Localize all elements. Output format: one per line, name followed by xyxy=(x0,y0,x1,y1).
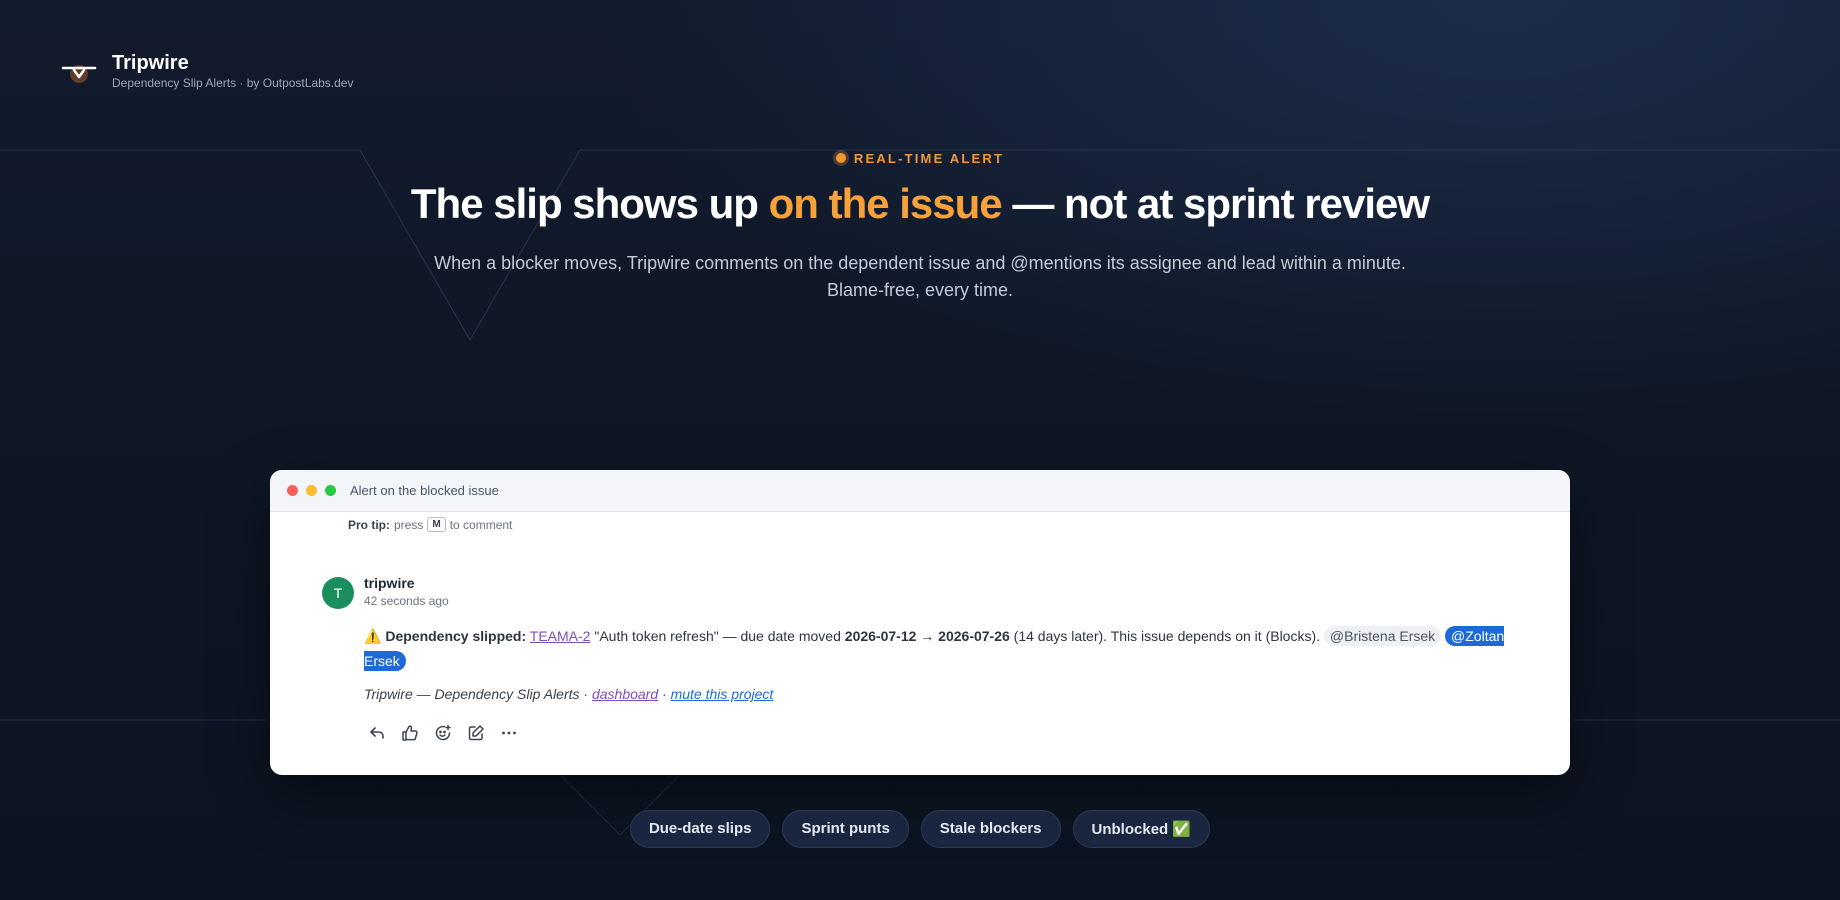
pro-tip-label: Pro tip: xyxy=(348,517,390,532)
subtitle-line-1: When a blocker moves, Tripwire comments … xyxy=(434,253,1406,273)
brand[interactable]: Tripwire Dependency Slip Alerts · by Out… xyxy=(60,52,353,90)
comment-body: ⚠️ Dependency slipped: TEAMA-2 "Auth tok… xyxy=(364,624,1544,674)
minimize-window-button[interactable] xyxy=(306,485,317,496)
pro-tip-pre: press xyxy=(394,517,424,532)
hero-section: REAL-TIME ALERT The slip shows up on the… xyxy=(0,150,1840,304)
subtitle-line-2: Blame-free, every time. xyxy=(826,280,1014,300)
comment-actions xyxy=(366,722,519,743)
brand-tagline: Dependency Slip Alerts · by OutpostLabs.… xyxy=(112,76,354,90)
footer-separator: · xyxy=(658,686,671,702)
live-dot-icon xyxy=(835,153,846,163)
alert-window: Alert on the blocked issue Pro tip: pres… xyxy=(270,470,1570,775)
window-titlebar: Alert on the blocked issue xyxy=(270,470,1570,512)
feature-tags: Due-date slips Sprint punts Stale blocke… xyxy=(0,810,1840,848)
reply-icon[interactable] xyxy=(366,722,387,743)
subtitle: When a blocker moves, Tripwire comments … xyxy=(410,250,1430,304)
thumbs-up-icon[interactable] xyxy=(399,722,420,743)
warning-icon: ⚠️ xyxy=(364,628,382,644)
tripwire-logo-icon xyxy=(60,52,98,90)
tag-stale-blockers[interactable]: Stale blockers xyxy=(920,810,1061,848)
add-reaction-icon[interactable] xyxy=(432,722,453,743)
tag-due-date-slips[interactable]: Due-date slips xyxy=(629,810,771,848)
alert-label: Dependency slipped: xyxy=(385,628,527,644)
dashboard-link[interactable]: dashboard xyxy=(592,686,658,702)
close-window-button[interactable] xyxy=(287,485,298,496)
maximize-window-button[interactable] xyxy=(325,485,336,496)
pro-tip-post: to comment xyxy=(449,517,513,532)
page-title: The slip shows up on the issue — not at … xyxy=(0,180,1840,228)
issue-link[interactable]: TEAMA-2 xyxy=(530,628,591,644)
headline-end: — not at sprint review xyxy=(1001,180,1430,227)
headline-start: The slip shows up xyxy=(410,180,769,227)
issue-title: "Auth token refresh" — due date moved xyxy=(590,628,845,644)
tag-sprint-punts[interactable]: Sprint punts xyxy=(782,810,909,848)
keyboard-shortcut: M xyxy=(427,517,446,532)
headline-accent: on the issue xyxy=(768,180,1003,227)
mention-assignee[interactable]: @Bristena Ersek xyxy=(1323,626,1442,646)
brand-name: Tripwire xyxy=(112,52,189,74)
comment-timestamp[interactable]: 42 seconds ago xyxy=(364,594,449,608)
pro-tip: Pro tip: press M to comment xyxy=(348,517,512,532)
eyebrow-label: REAL-TIME ALERT xyxy=(853,150,1005,166)
eyebrow: REAL-TIME ALERT xyxy=(835,150,1005,166)
date-change: 2026-07-12 → 2026-07-26 xyxy=(844,628,1010,644)
more-icon[interactable] xyxy=(498,722,519,743)
mute-project-link[interactable]: mute this project xyxy=(671,686,774,702)
comment-footer: Tripwire — Dependency Slip Alerts · dash… xyxy=(364,686,773,702)
slip-detail: (14 days later). This issue depends on i… xyxy=(1009,628,1324,644)
window-title: Alert on the blocked issue xyxy=(350,483,499,498)
edit-icon[interactable] xyxy=(465,722,486,743)
footer-text: Tripwire — Dependency Slip Alerts · xyxy=(364,686,592,702)
comment-author[interactable]: tripwire xyxy=(364,575,415,591)
avatar[interactable]: T xyxy=(322,577,354,609)
tag-unblocked[interactable]: Unblocked ✅ xyxy=(1072,810,1211,848)
